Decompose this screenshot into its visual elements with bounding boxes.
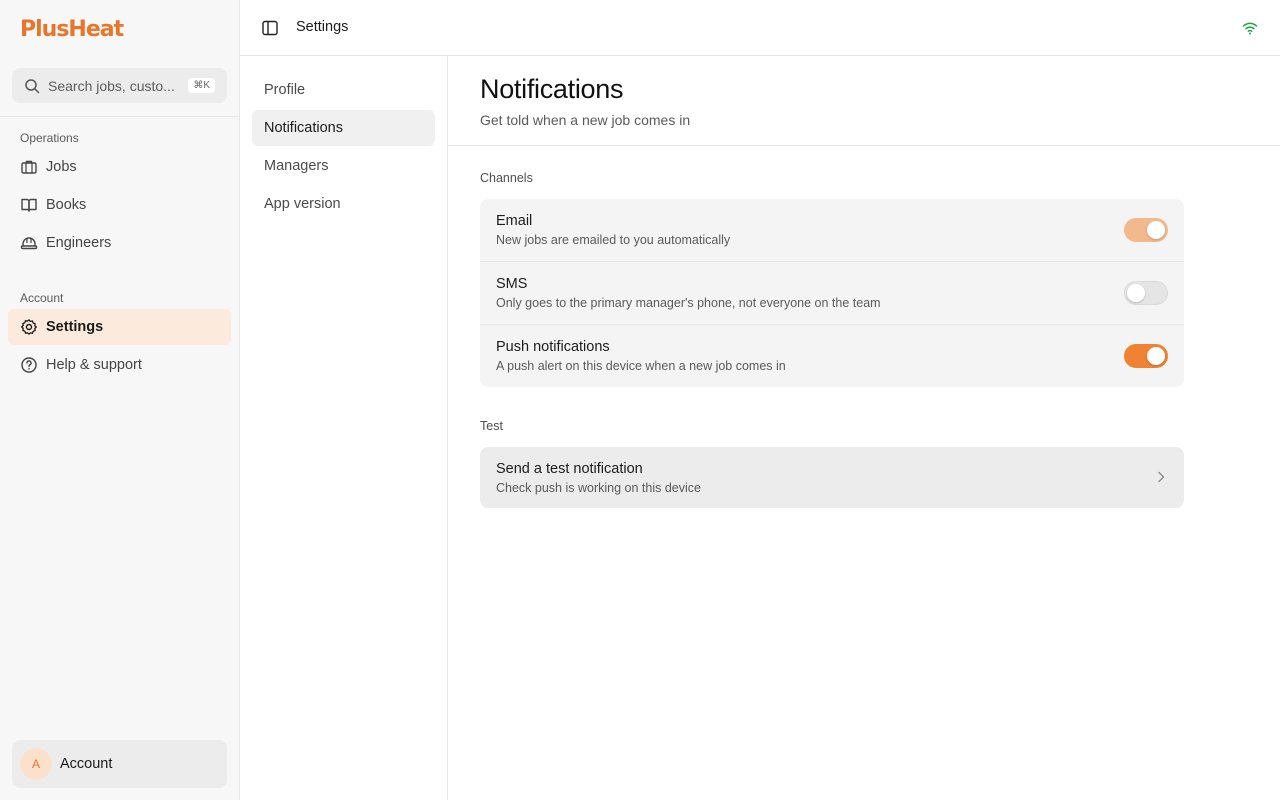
test-label: Test (480, 419, 503, 433)
account-label: Account (60, 756, 113, 772)
section-label-operations: Operations (20, 131, 79, 145)
sidebar-toggle-icon[interactable] (261, 19, 279, 37)
channels-label: Channels (480, 171, 533, 185)
help-circle-icon (20, 356, 38, 374)
sidebar-item-label: Jobs (46, 159, 77, 175)
account-menu[interactable]: A Account (12, 740, 227, 788)
sidebar-item-label: Settings (46, 319, 104, 335)
main-content: Notifications Get told when a new job co… (448, 56, 1280, 800)
channel-row-sms: SMS Only goes to the primary manager's p… (480, 262, 1184, 325)
sidebar-item-books[interactable]: Books (8, 187, 231, 223)
channels-card: Email New jobs are emailed to you automa… (480, 199, 1184, 387)
push-toggle[interactable] (1124, 344, 1168, 368)
test-description: Check push is working on this device (496, 481, 701, 495)
toggle-knob (1147, 347, 1165, 365)
search-icon (25, 78, 40, 93)
channel-title: SMS (496, 276, 528, 292)
settings-tab-notifications[interactable]: Notifications (252, 110, 435, 146)
toggle-knob (1127, 284, 1145, 302)
search-placeholder: Search jobs, custo... (48, 77, 175, 94)
sidebar-item-label: Help & support (46, 357, 142, 373)
hard-hat-icon (20, 234, 38, 252)
page-subtitle: Get told when a new job comes in (480, 112, 691, 128)
channel-title: Push notifications (496, 339, 610, 355)
wifi-icon (1242, 22, 1258, 35)
sidebar-item-label: Engineers (46, 235, 112, 251)
channel-description: A push alert on this device when a new j… (496, 359, 786, 373)
channel-description: New jobs are emailed to you automaticall… (496, 233, 731, 247)
gear-icon (20, 318, 38, 336)
email-toggle[interactable] (1124, 218, 1168, 242)
book-icon (20, 196, 38, 214)
sidebar-item-engineers[interactable]: Engineers (8, 225, 231, 261)
brand-logo[interactable]: PlusHeat (20, 17, 124, 42)
sidebar-item-help[interactable]: Help & support (8, 347, 231, 383)
top-bar: Settings (240, 0, 1280, 56)
test-title: Send a test notification (496, 461, 643, 477)
sidebar-item-jobs[interactable]: Jobs (8, 149, 231, 185)
sidebar-item-settings[interactable]: Settings (8, 309, 231, 345)
send-test-notification-button[interactable]: Send a test notification Check push is w… (480, 447, 1184, 508)
channel-description: Only goes to the primary manager's phone… (496, 296, 881, 310)
channel-title: Email (496, 213, 533, 229)
search-shortcut: ⌘K (188, 78, 215, 93)
settings-tab-app-version[interactable]: App version (252, 186, 435, 222)
sidebar-item-label: Books (46, 197, 87, 213)
page-breadcrumb: Settings (296, 19, 349, 35)
header-divider (448, 145, 1280, 146)
avatar: A (20, 748, 52, 780)
page-title: Notifications (480, 74, 624, 104)
briefcase-icon (20, 158, 38, 176)
sidebar: PlusHeat Search jobs, custo... ⌘K Operat… (0, 0, 240, 800)
chevron-right-icon (1158, 471, 1165, 483)
settings-nav: Profile Notifications Managers App versi… (240, 56, 448, 800)
settings-tab-profile[interactable]: Profile (252, 72, 435, 108)
sidebar-divider (0, 116, 239, 117)
settings-tab-managers[interactable]: Managers (252, 148, 435, 184)
toggle-knob (1147, 221, 1165, 239)
search-input[interactable]: Search jobs, custo... ⌘K (12, 68, 227, 103)
sms-toggle[interactable] (1124, 281, 1168, 305)
channel-row-push: Push notifications A push alert on this … (480, 325, 1184, 387)
section-label-account: Account (20, 291, 64, 305)
channel-row-email: Email New jobs are emailed to you automa… (480, 199, 1184, 262)
